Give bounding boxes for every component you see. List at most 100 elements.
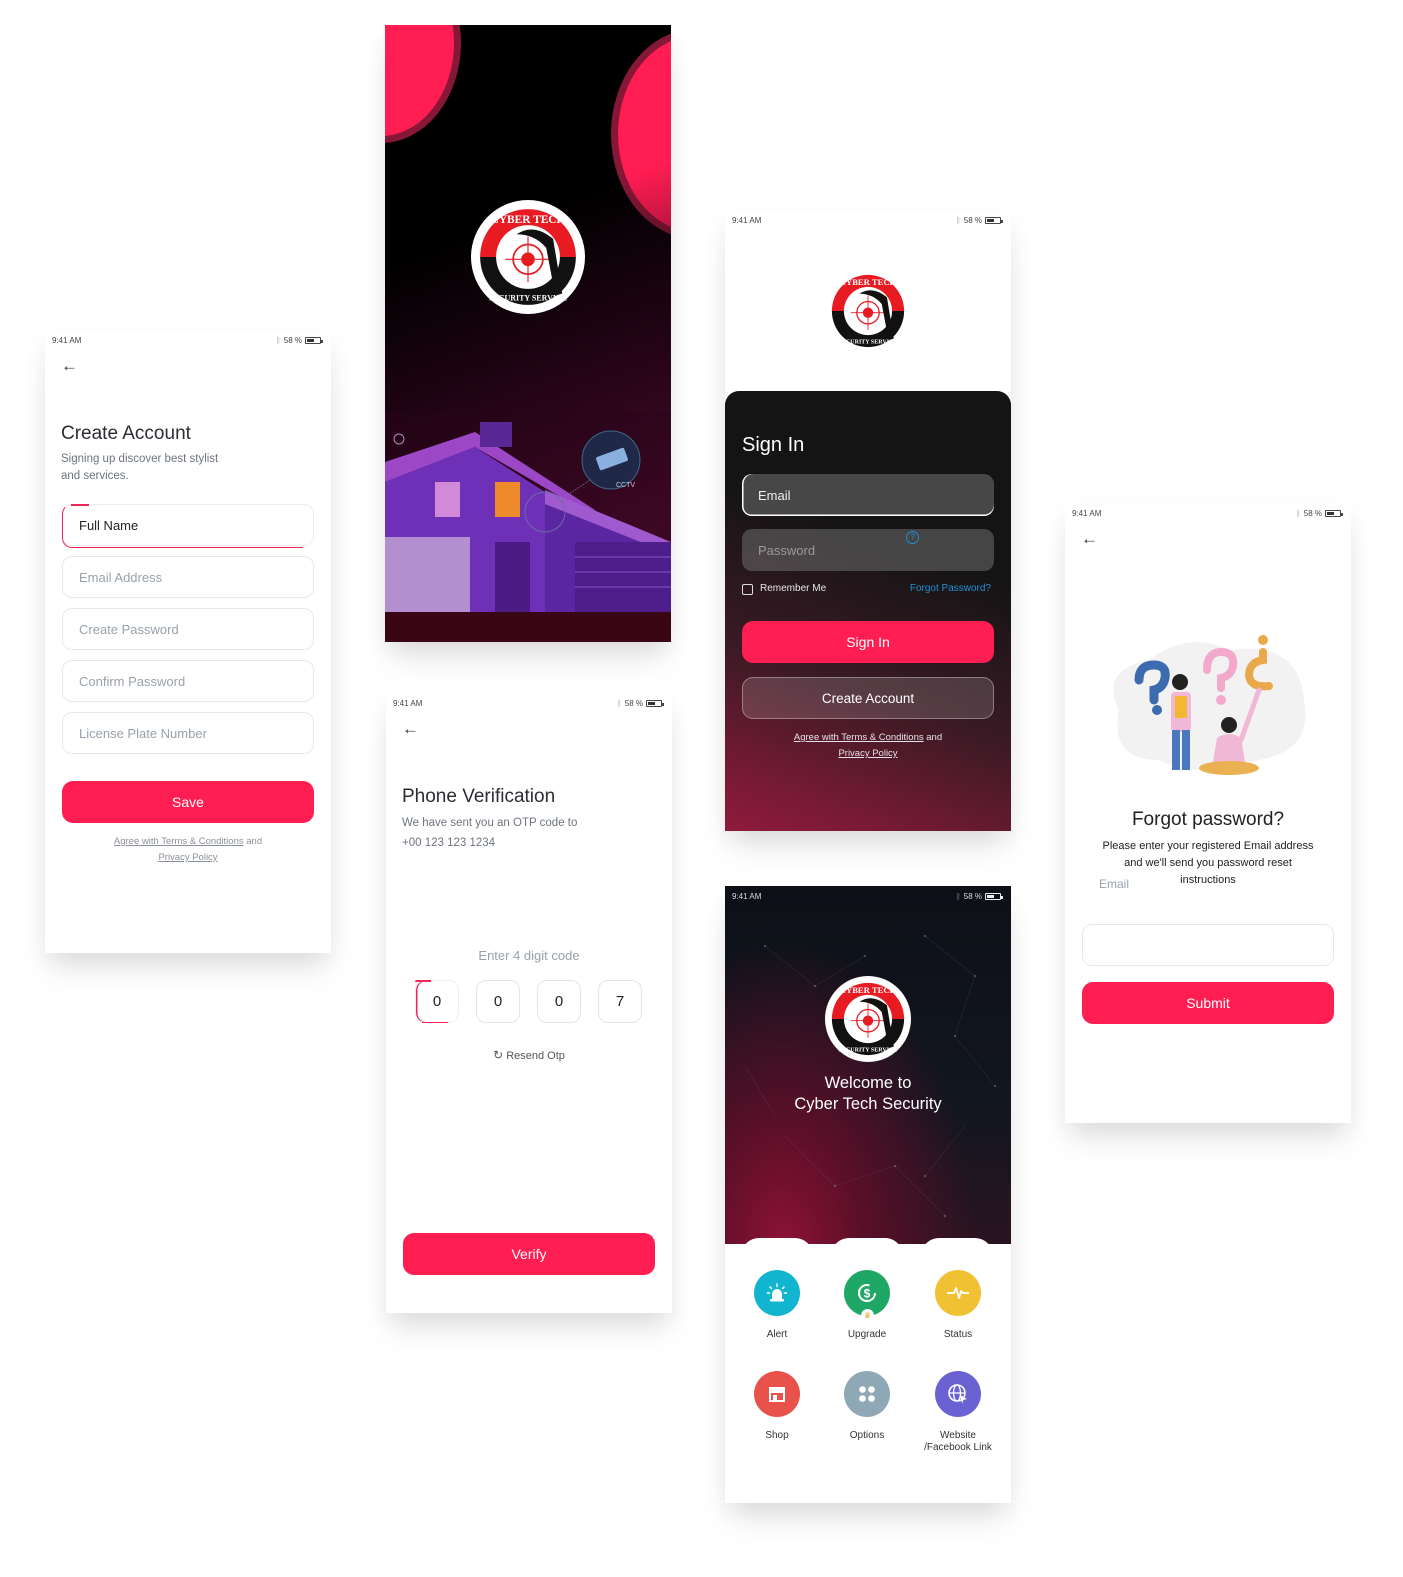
phone-number: +00 123 123 1234: [402, 837, 496, 849]
page-subtitle: We have sent you an OTP code to +00 123 …: [402, 813, 577, 853]
license-plate-field[interactable]: License Plate Number: [62, 712, 314, 754]
create-account-screen: 9:41 AM ᛒ 58 % ← Create Account Signing …: [45, 330, 331, 953]
tile-label: Options: [849, 1430, 885, 1441]
remember-me-checkbox[interactable]: [742, 584, 753, 595]
page-title: Phone Verification: [402, 786, 556, 807]
back-arrow-icon[interactable]: ←: [61, 357, 78, 374]
cyber-tech-logo: CYBER TECH SECURITY SERVICE: [825, 268, 911, 354]
cyber-tech-logo: CYBER TECH SECURITY SERVICE: [825, 976, 911, 1062]
help-circle-icon[interactable]: ?: [906, 531, 919, 544]
svg-text:SECURITY SERVICE: SECURITY SERVICE: [839, 1048, 898, 1054]
otp-digit-4[interactable]: 7: [598, 980, 642, 1023]
otp-digit-2[interactable]: 0: [476, 980, 520, 1023]
terms-and: and: [243, 836, 263, 847]
pulse-icon: [935, 1270, 981, 1316]
privacy-policy-link[interactable]: Privacy Policy: [838, 748, 897, 759]
bluetooth-icon: ᛒ: [616, 699, 622, 708]
dollar-refresh-icon: $ ♛: [844, 1270, 890, 1322]
create-password-field[interactable]: Create Password: [62, 608, 314, 650]
page-subtitle: Signing up discover best stylist and ser…: [61, 451, 218, 485]
cctv-label: CCTV: [616, 482, 636, 489]
bluetooth-icon: ᛒ: [955, 892, 961, 901]
battery-percent: 58 %: [283, 336, 302, 345]
bluetooth-icon: ᛒ: [1295, 509, 1301, 518]
subtitle-line: We have sent you an OTP code to: [402, 817, 578, 829]
bluetooth-icon: ᛒ: [955, 216, 961, 225]
instructions-line: and we'll send you password reset: [1124, 857, 1292, 869]
resend-otp-label: Resend Otp: [506, 1050, 565, 1062]
battery-icon: [985, 893, 1003, 900]
back-arrow-icon[interactable]: ←: [402, 720, 419, 737]
forgot-password-link[interactable]: Forgot Password?: [910, 583, 991, 594]
otp-digit-1[interactable]: 0: [415, 980, 459, 1023]
svg-text:CYBER TECH: CYBER TECH: [840, 985, 897, 995]
sign-in-button[interactable]: Sign In: [742, 621, 994, 663]
tile-label-line: /Facebook Link: [924, 1442, 992, 1453]
status-bar: 9:41 AM ᛒ 58 %: [386, 693, 672, 715]
tile-label: Shop: [765, 1430, 789, 1441]
tile-website[interactable]: Website /Facebook Link: [913, 1371, 1003, 1454]
storefront-icon: [754, 1371, 800, 1417]
terms-and: and: [923, 732, 943, 743]
save-button[interactable]: Save: [62, 781, 314, 823]
globe-cursor-icon: [935, 1371, 981, 1417]
verify-button[interactable]: Verify: [403, 1233, 655, 1275]
email-field[interactable]: Email: [742, 474, 994, 516]
battery-icon: [305, 337, 323, 344]
refresh-icon: ↻: [493, 1048, 504, 1062]
email-label: Email: [1099, 877, 1130, 891]
svg-text:SECURITY SERVICE: SECURITY SERVICE: [489, 293, 567, 302]
battery-percent: 58 %: [963, 216, 982, 225]
dashboard-screen: 9:41 AM ᛒ 58 % CYBER TECH SECURITY SERVI…: [725, 886, 1011, 1503]
shield-target-icon: CYBER TECH SECURITY SERVICE: [472, 201, 584, 313]
svg-text:CYBER TECH: CYBER TECH: [491, 214, 566, 226]
terms-link[interactable]: Agree with Terms & Conditions: [794, 732, 924, 743]
instructions-line: Please enter your registered Email addre…: [1102, 840, 1314, 852]
confirm-password-field[interactable]: Confirm Password: [62, 660, 314, 702]
tile-label: Status: [943, 1329, 973, 1340]
submit-button[interactable]: Submit: [1082, 982, 1334, 1024]
status-bar: 9:41 AM ᛒ 58 %: [1065, 503, 1351, 525]
battery-icon: [1325, 510, 1343, 517]
sign-in-screen: 9:41 AM ᛒ 58 % CYBER TECH SECURITY SERVI…: [725, 210, 1011, 831]
status-bar: 9:41 AM ᛒ 58 %: [725, 210, 1011, 232]
tile-options[interactable]: Options: [822, 1371, 912, 1442]
subtitle-line: and services.: [61, 470, 129, 482]
battery-percent: 58 %: [963, 892, 982, 901]
password-field[interactable]: Password ?: [742, 529, 994, 571]
email-address-field[interactable]: Email Address: [62, 556, 314, 598]
license-plate-placeholder: License Plate Number: [79, 725, 207, 741]
tile-label: Website /Facebook Link: [913, 1430, 1003, 1454]
subtitle-line: Signing up discover best stylist: [61, 453, 219, 465]
resend-otp-button[interactable]: ↻ Resend Otp: [386, 1048, 672, 1062]
sign-in-title: Sign In: [742, 434, 805, 456]
create-account-button[interactable]: Create Account: [742, 677, 994, 719]
back-arrow-icon[interactable]: ←: [1081, 530, 1098, 547]
four-dots-icon: [844, 1371, 890, 1417]
page-title: Create Account: [61, 423, 191, 444]
tile-status[interactable]: Status: [913, 1270, 1003, 1341]
alarm-siren-icon: [754, 1270, 800, 1316]
house-illustration: [385, 412, 671, 642]
tile-alert[interactable]: Alert: [732, 1270, 822, 1341]
sign-in-panel: Sign In Email Password ? Remember Me For…: [725, 391, 1011, 831]
full-name-field[interactable]: Full Name: [62, 504, 314, 548]
status-time: 9:41 AM: [1072, 509, 1102, 518]
svg-text:SECURITY SERVICE: SECURITY SERVICE: [839, 340, 898, 346]
status-bar: 9:41 AM ᛒ 58 %: [45, 330, 331, 352]
status-time: 9:41 AM: [52, 336, 82, 345]
otp-digit-3[interactable]: 0: [537, 980, 581, 1023]
svg-text:CYBER TECH: CYBER TECH: [840, 277, 897, 287]
network-background: [744, 934, 997, 1218]
cyber-tech-logo: CYBER TECH SECURITY SERVICE: [471, 200, 585, 314]
tile-label-line: Website: [940, 1430, 976, 1441]
email-input[interactable]: [1082, 924, 1334, 966]
tile-upgrade[interactable]: $ ♛ Upgrade: [822, 1270, 912, 1341]
welcome-line: Welcome to: [824, 1074, 912, 1092]
tile-shop[interactable]: Shop: [732, 1371, 822, 1442]
splash-screen: CYBER TECH SECURITY SERVICE CCTV: [385, 25, 671, 642]
tile-label: Alert: [766, 1329, 788, 1340]
terms-link[interactable]: Agree with Terms & Conditions: [114, 836, 244, 847]
privacy-policy-link[interactable]: Privacy Policy: [158, 852, 217, 863]
status-time: 9:41 AM: [393, 699, 423, 708]
